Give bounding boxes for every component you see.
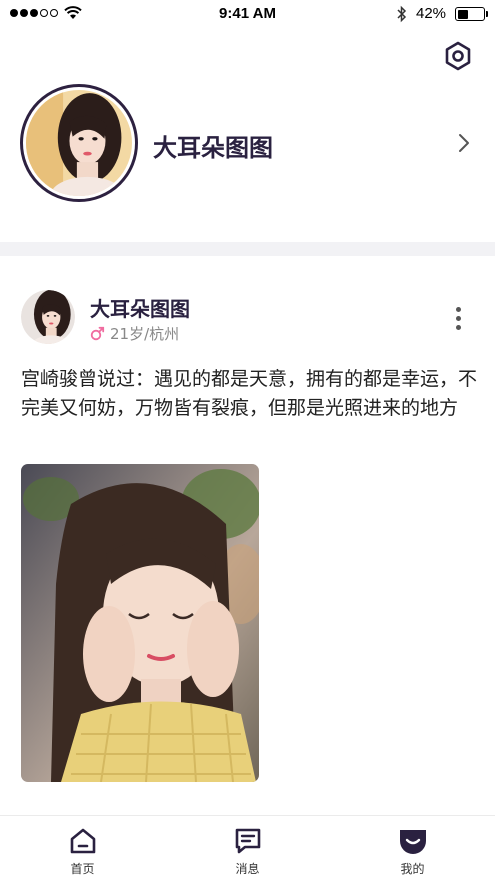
settings-button[interactable] (442, 40, 474, 72)
tab-profile[interactable]: 我的 (330, 816, 495, 881)
tab-messages-label: 消息 (235, 862, 260, 876)
more-vertical-icon (455, 306, 461, 312)
tab-messages[interactable]: 消息 (165, 816, 330, 881)
male-symbol-icon (90, 326, 105, 341)
home-icon (70, 828, 95, 854)
age-location: 21岁/杭州 (110, 325, 180, 343)
more-options-button[interactable] (449, 304, 467, 332)
tab-home[interactable]: 首页 (0, 816, 165, 881)
post-photo[interactable] (21, 464, 259, 782)
tab-home-label: 首页 (70, 862, 95, 876)
profile-avatar[interactable] (20, 84, 138, 202)
post-author-avatar[interactable] (21, 290, 75, 344)
profile-name: 大耳朵图图 (153, 134, 273, 162)
post-author-name[interactable]: 大耳朵图图 (90, 293, 190, 322)
message-icon (235, 828, 260, 854)
profile-header[interactable]: 大耳朵图图 (0, 84, 495, 204)
battery-icon (455, 7, 485, 21)
post-text: 宫崎骏曾说过：遇见的都是天意，拥有的都是幸运，不完美又何妨，万物皆有裂痕，但那是… (21, 368, 478, 419)
bottom-tab-bar: 首页 消息 我的 (0, 815, 495, 881)
section-divider (0, 242, 495, 256)
bluetooth-icon (397, 5, 407, 23)
chevron-right-icon[interactable] (458, 133, 470, 153)
profile-smile-icon (399, 830, 426, 854)
battery-percent: 42% (416, 5, 447, 22)
status-bar: 9:41 AM 42% (0, 0, 495, 28)
hexagon-gear-icon (445, 41, 471, 71)
post-author-meta: 21岁/杭州 (90, 323, 179, 344)
tab-profile-label: 我的 (400, 862, 425, 876)
